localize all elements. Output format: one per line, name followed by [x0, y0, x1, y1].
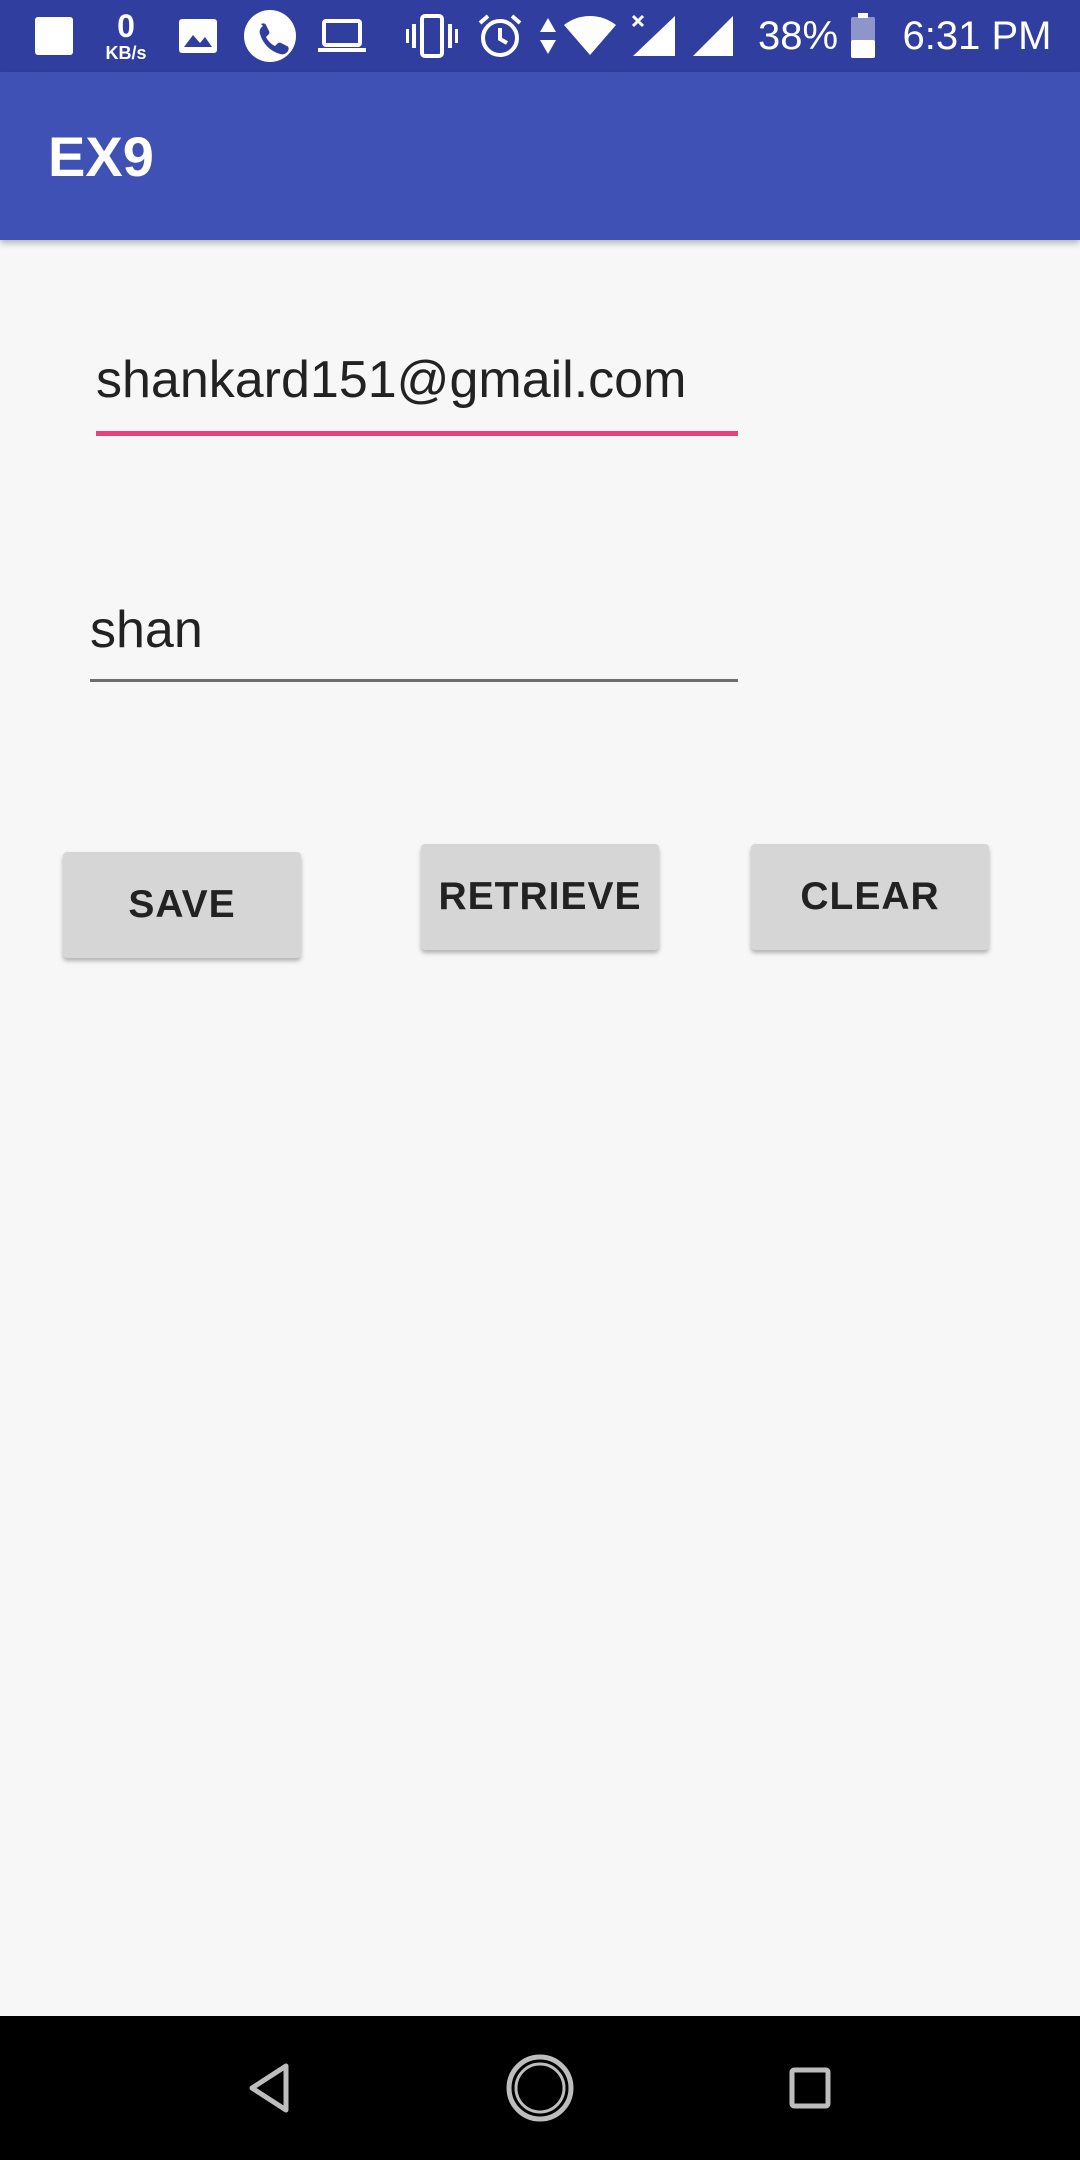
vibrate-icon [404, 0, 460, 72]
signal-no-data-icon [630, 0, 678, 72]
save-button[interactable]: SAVE [63, 852, 301, 958]
phone-icon [242, 0, 298, 72]
app-bar: EX9 [0, 72, 1080, 240]
retrieve-button[interactable]: RETRIEVE [421, 844, 659, 950]
network-speed-unit: KB/s [105, 43, 147, 63]
signal-icon [690, 0, 736, 72]
recents-icon[interactable] [760, 2038, 860, 2138]
home-icon[interactable] [490, 2038, 590, 2138]
battery-icon [848, 0, 878, 72]
email-field[interactable]: shankard151@gmail.com [96, 350, 738, 436]
navigation-bar [0, 2016, 1080, 2160]
status-bar: 0 KB/s 38% 6:31 PM [0, 0, 1080, 72]
clock: 6:31 PM [894, 0, 1060, 72]
password-field[interactable]: shan [90, 600, 738, 682]
data-arrows-icon [536, 0, 560, 72]
clear-button[interactable]: CLEAR [751, 844, 989, 950]
wifi-icon [562, 0, 618, 72]
network-speed: 0 KB/s [96, 0, 156, 72]
notification-square-icon [32, 0, 76, 72]
laptop-icon [314, 0, 370, 72]
network-speed-value: 0 [117, 8, 135, 44]
battery-percent-text: 38% [757, 13, 839, 58]
page-title: EX9 [48, 124, 154, 188]
alarm-icon [474, 0, 526, 72]
back-icon[interactable] [220, 2038, 320, 2138]
clock-text: 6:31 PM [902, 13, 1052, 58]
image-icon [176, 0, 220, 72]
battery-percent: 38% [754, 0, 842, 72]
